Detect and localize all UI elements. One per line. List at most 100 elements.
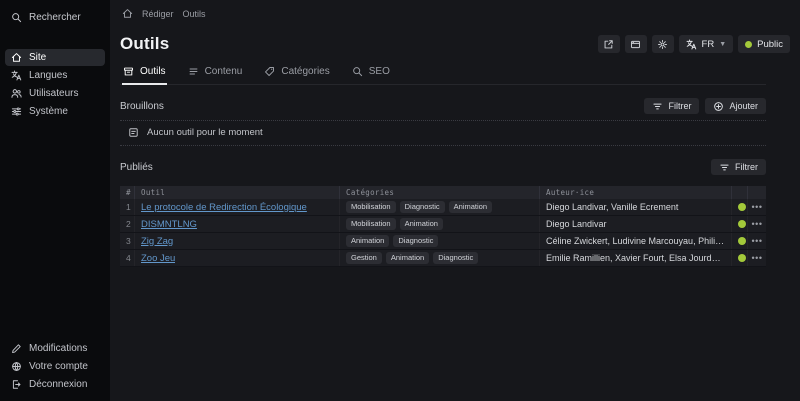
tab-categories[interactable]: Catégories bbox=[263, 62, 330, 84]
tool-title-cell: Zig Zag bbox=[135, 233, 340, 249]
row-number-cell: 2 bbox=[120, 216, 135, 232]
page-title: Outils bbox=[120, 34, 169, 54]
categories-cell: Mobilisation Animation bbox=[340, 216, 540, 232]
sidebar-search[interactable]: Rechercher bbox=[0, 10, 110, 25]
home-icon bbox=[122, 8, 133, 19]
sidebar-nav: Site Langues Utilisateurs Système bbox=[0, 49, 110, 120]
sidebar-item-deconnexion[interactable]: Déconnexion bbox=[5, 376, 105, 393]
filter-icon bbox=[652, 101, 663, 112]
category-chip-diagnostic: Diagnostic bbox=[433, 252, 478, 264]
table-row: 2 DISMNTLNG Mobilisation Animation Diego Lan… bbox=[120, 216, 766, 233]
drafts-buttons: Filtrer Ajouter bbox=[644, 98, 766, 114]
tool-title-cell: Le protocole de Redirection Écologique bbox=[135, 199, 340, 215]
drafts-header: Brouillons Filtrer Ajouter bbox=[120, 98, 766, 121]
tool-link[interactable]: Le protocole de Redirection Écologique bbox=[141, 202, 307, 213]
sidebar-item-label: Langues bbox=[29, 70, 67, 81]
categories-cell: MobilisationDiagnosticAnimation bbox=[340, 199, 540, 215]
list-icon bbox=[188, 66, 199, 77]
chevron-down-icon: ▼ bbox=[719, 41, 726, 48]
tool-link[interactable]: Zoo Jeu bbox=[141, 253, 175, 264]
category-chip-diagnostic: Diagnostic bbox=[393, 235, 438, 247]
category-chip-mobilisation: Mobilisation bbox=[346, 218, 396, 230]
row-number-cell: 1 bbox=[120, 199, 135, 215]
status-cell bbox=[732, 233, 748, 249]
authors-cell: Emilie Ramillien, Xavier Fourt, Elsa Jou… bbox=[540, 250, 732, 266]
page-header: Outils FR ▼ Public bbox=[120, 34, 790, 54]
table-row: 4 Zoo Jeu Gestion Animation Diagnostic Emilie… bbox=[120, 250, 766, 267]
published-filter-button[interactable]: Filtrer bbox=[711, 159, 766, 175]
status-cell bbox=[732, 250, 748, 266]
sliders-icon bbox=[11, 106, 22, 117]
sidebar-spacer bbox=[0, 120, 110, 340]
note-icon bbox=[128, 127, 139, 138]
tab-contenu[interactable]: Contenu bbox=[187, 62, 244, 84]
external-link-button[interactable] bbox=[598, 35, 620, 53]
column-header-status bbox=[732, 186, 748, 199]
tab-outils[interactable]: Outils bbox=[122, 62, 167, 84]
sidebar-item-modifications[interactable]: Modifications bbox=[5, 340, 105, 357]
category-chip-animation: Animation bbox=[386, 252, 429, 264]
category-chips: AnimationDiagnostic bbox=[346, 235, 438, 247]
app-window: Rechercher Site Langues Utilisateurs Systèm… bbox=[0, 0, 800, 401]
table-body: 1 Le protocole de Redirection Écologique M… bbox=[120, 199, 766, 267]
language-code: FR bbox=[702, 39, 715, 50]
authors-cell: Céline Zwickert, Ludivine Marcouyau, Phi… bbox=[540, 233, 732, 249]
sidebar-item-label: Utilisateurs bbox=[29, 88, 78, 99]
column-header--: # bbox=[120, 186, 135, 199]
drafts-filter-button[interactable]: Filtrer bbox=[644, 98, 699, 114]
table-header: #OutilCatégoriesAuteur·ice bbox=[120, 186, 766, 199]
tab-seo[interactable]: SEO bbox=[351, 62, 391, 84]
tool-link[interactable]: Zig Zag bbox=[141, 236, 173, 247]
tool-title-cell: Zoo Jeu bbox=[135, 250, 340, 266]
header-actions: FR ▼ Public bbox=[598, 35, 790, 53]
language-selector[interactable]: FR ▼ bbox=[679, 35, 734, 53]
row-number-cell: 3 bbox=[120, 233, 135, 249]
sidebar-item-systeme[interactable]: Système bbox=[5, 103, 105, 120]
breadcrumb-item-outils[interactable]: Outils bbox=[183, 9, 206, 19]
authors-cell: Diego Landivar bbox=[540, 216, 732, 232]
logout-icon bbox=[11, 379, 22, 390]
row-number-cell: 4 bbox=[120, 250, 135, 266]
published-header: Publiés Filtrer bbox=[120, 159, 766, 181]
plus-circle-icon bbox=[713, 101, 724, 112]
categories-cell: AnimationDiagnostic bbox=[340, 233, 540, 249]
drafts-add-button[interactable]: Ajouter bbox=[705, 98, 766, 114]
row-actions-menu[interactable]: ••• bbox=[748, 199, 766, 215]
row-actions-menu[interactable]: ••• bbox=[748, 233, 766, 249]
breadcrumb: Rédiger Outils bbox=[120, 8, 766, 19]
category-chip-gestion: Gestion bbox=[346, 252, 382, 264]
sidebar-item-langues[interactable]: Langues bbox=[5, 67, 105, 84]
window-preview-button[interactable] bbox=[625, 35, 647, 53]
row-actions-menu[interactable]: ••• bbox=[748, 250, 766, 266]
published-status-dot bbox=[738, 220, 746, 228]
drafts-filter-label: Filtrer bbox=[668, 101, 691, 111]
published-section: Publiés Filtrer #OutilCatégoriesAuteur·i… bbox=[120, 159, 766, 267]
published-status-dot bbox=[738, 254, 746, 262]
visibility-badge[interactable]: Public bbox=[738, 35, 790, 53]
breadcrumb-item-rediger[interactable]: Rédiger bbox=[142, 9, 174, 19]
sidebar-item-label: Modifications bbox=[29, 343, 87, 354]
drafts-empty-state: Aucun outil pour le moment bbox=[120, 121, 766, 146]
filter-icon bbox=[719, 162, 730, 173]
published-filter-label: Filtrer bbox=[735, 162, 758, 172]
tool-link[interactable]: DISMNTLNG bbox=[141, 219, 197, 230]
row-actions-menu[interactable]: ••• bbox=[748, 216, 766, 232]
column-header-auteur-ice: Auteur·ice bbox=[540, 186, 732, 199]
published-title: Publiés bbox=[120, 162, 153, 173]
sidebar-item-utilisateurs[interactable]: Utilisateurs bbox=[5, 85, 105, 102]
sidebar-item-site[interactable]: Site bbox=[5, 49, 105, 66]
sidebar-footer-nav: Modifications Votre compte Déconnexion bbox=[0, 340, 110, 393]
drafts-empty-message: Aucun outil pour le moment bbox=[147, 127, 263, 138]
tool-title-cell: DISMNTLNG bbox=[135, 216, 340, 232]
tab-label: SEO bbox=[369, 66, 390, 77]
drafts-section: Brouillons Filtrer Ajouter Aucun outil p… bbox=[120, 98, 766, 146]
settings-button[interactable] bbox=[652, 35, 674, 53]
tab-label: Contenu bbox=[205, 66, 243, 77]
archive-box-icon bbox=[123, 66, 134, 77]
sidebar-item-label: Déconnexion bbox=[29, 379, 87, 390]
categories-cell: Gestion Animation Diagnostic bbox=[340, 250, 540, 266]
published-table: #OutilCatégoriesAuteur·ice 1 Le protocole… bbox=[120, 186, 766, 267]
sidebar-item-votre-compte[interactable]: Votre compte bbox=[5, 358, 105, 375]
category-chip-animation: Animation bbox=[400, 218, 443, 230]
home-icon bbox=[11, 52, 22, 63]
